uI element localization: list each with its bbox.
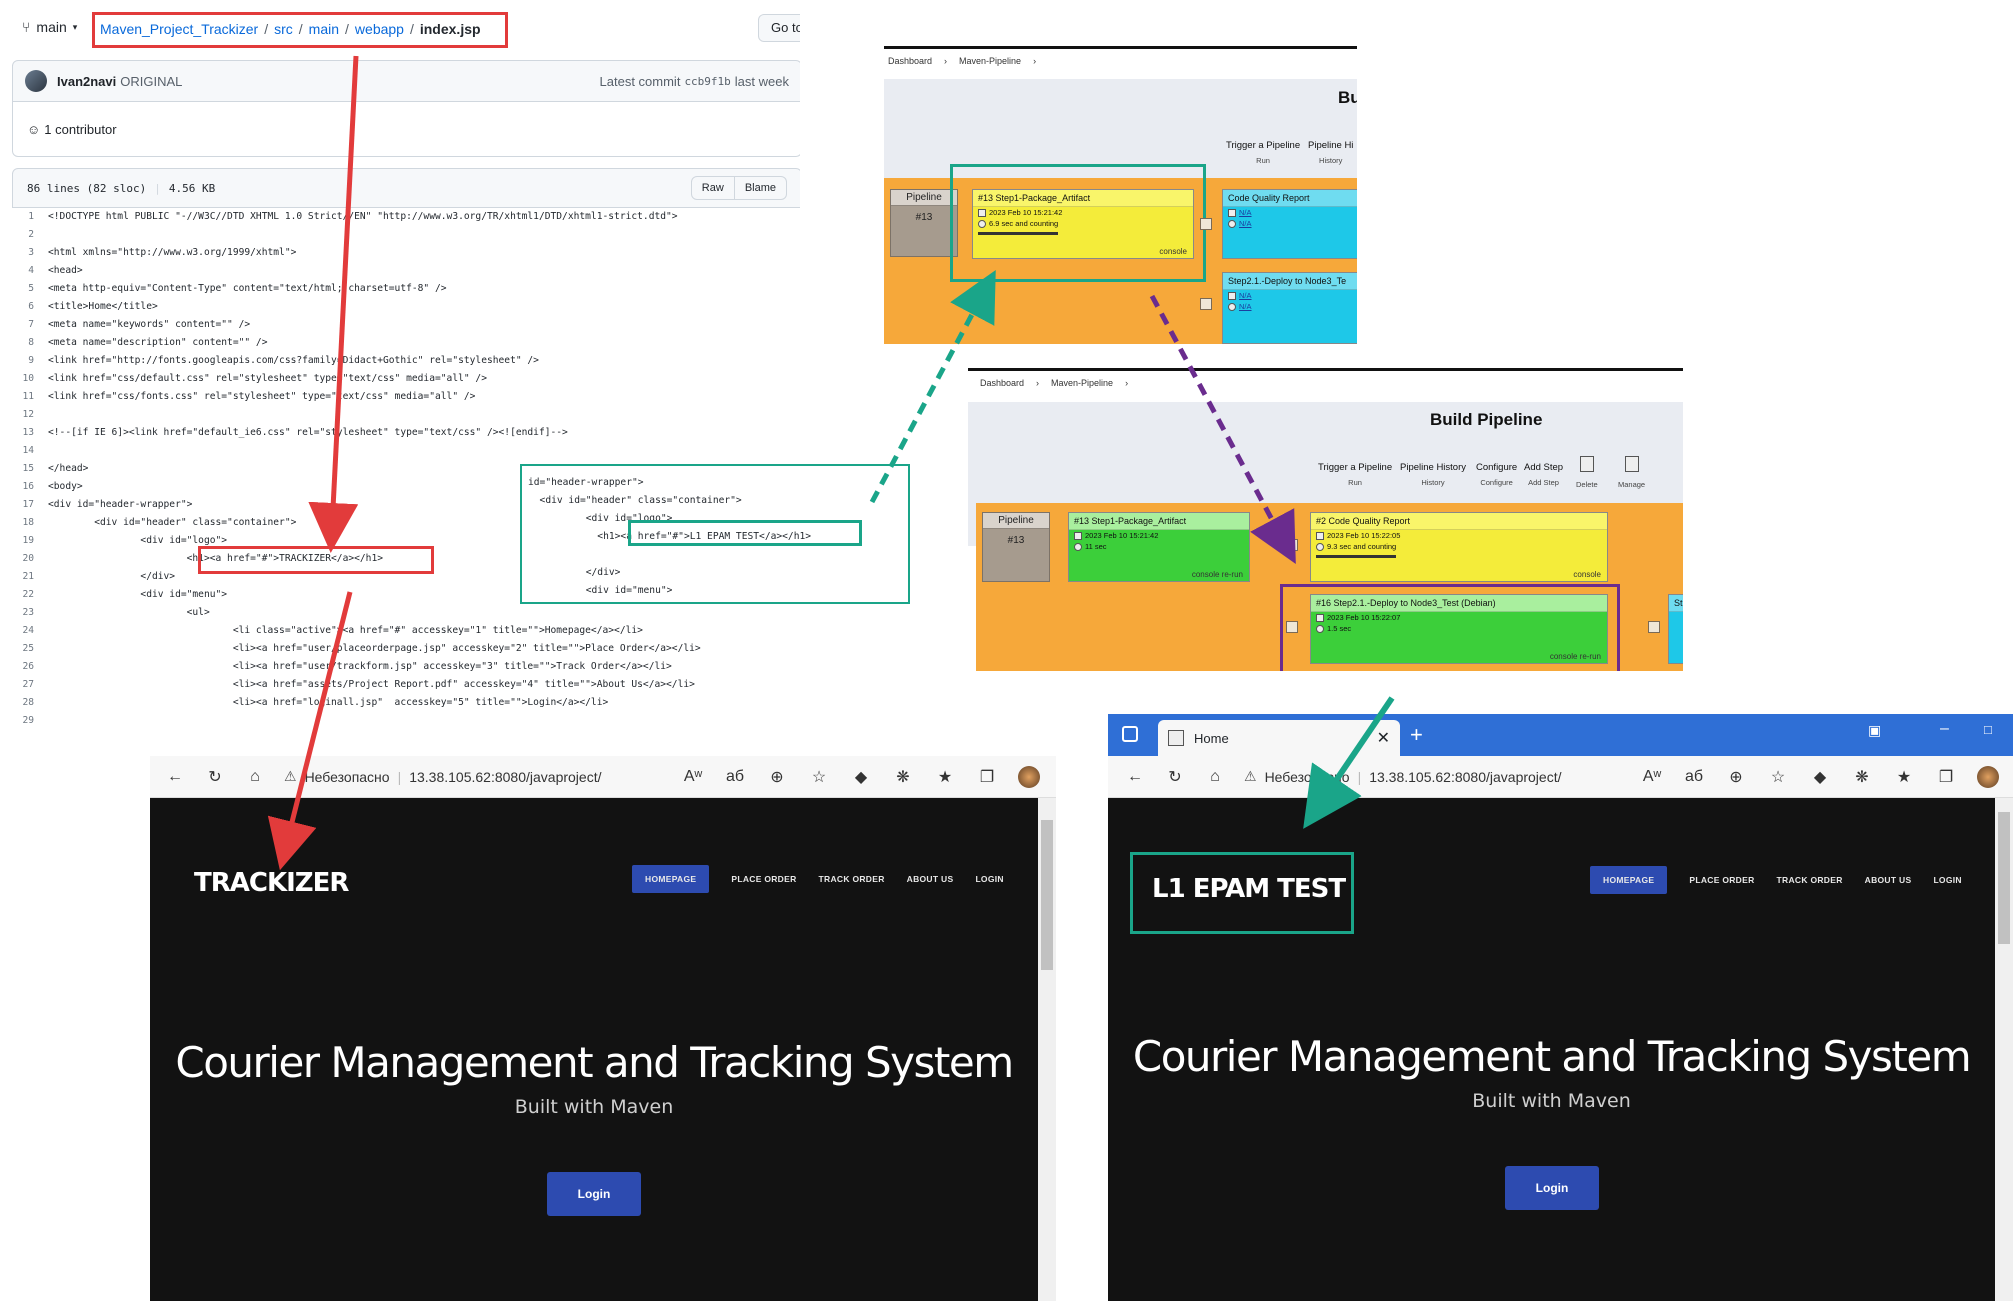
arrow-purple-build-to-deploy <box>1149 294 1296 565</box>
arrow-red-breadcrumb-to-code <box>308 55 359 553</box>
arrow-teal-snippet-to-jenkins <box>869 269 996 504</box>
arrow-teal-deploy-to-site <box>1303 696 1395 829</box>
arrow-red-code-to-site <box>267 591 353 871</box>
annotation-arrows <box>267 55 1395 871</box>
